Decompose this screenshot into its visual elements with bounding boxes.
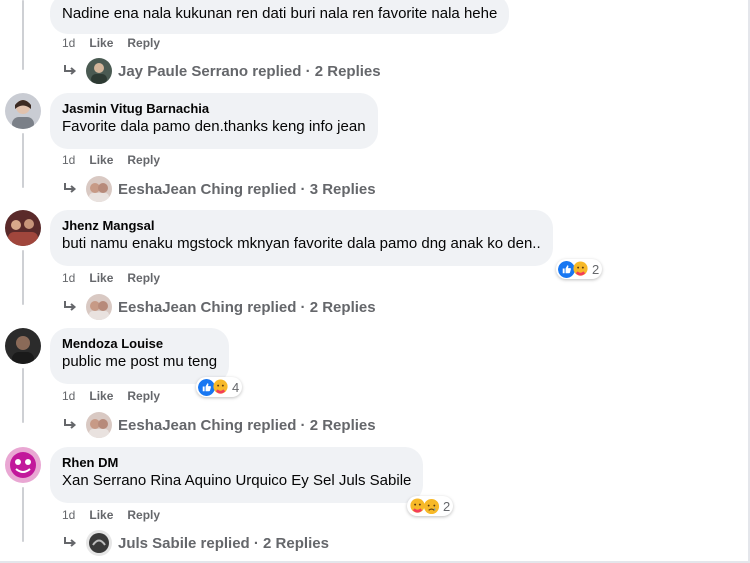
comment-actions: 1d Like Reply xyxy=(62,388,160,404)
comment-text: Xan Serrano Rina Aquino Urquico Ey Sel J… xyxy=(62,472,412,489)
care-icon xyxy=(573,260,588,276)
comment-actions: 1d Like Reply xyxy=(62,152,160,168)
comment-bubble: Nadine ena nala kukunan ren dati buri na… xyxy=(50,0,510,34)
reply-arrow-icon xyxy=(64,65,77,75)
reply-button[interactable]: Reply xyxy=(127,388,160,404)
reaction-summary[interactable]: 2 xyxy=(556,259,603,279)
view-replies-link[interactable]: Jay Paule Serrano replied · 2 Replies xyxy=(62,58,381,84)
comment-actions: 1d Like Reply xyxy=(62,35,160,51)
comment-actions: 1d Like Reply xyxy=(62,507,160,523)
replier-avatar xyxy=(86,294,112,320)
view-replies-link[interactable]: EeshaJean Ching replied · 2 Replies xyxy=(62,294,376,320)
replies-text: EeshaJean Ching replied · 2 Replies xyxy=(118,416,376,434)
comment-bubble: Mendoza Louise public me post mu teng xyxy=(50,328,230,384)
reaction-summary[interactable]: 4 xyxy=(196,377,243,397)
view-replies-link[interactable]: Juls Sabile replied · 2 Replies xyxy=(62,530,329,556)
like-button[interactable]: Like xyxy=(89,35,113,51)
reply-arrow-icon xyxy=(64,419,77,429)
view-replies-link[interactable]: EeshaJean Ching replied · 2 Replies xyxy=(62,412,376,438)
comment-author[interactable]: Rhen DM xyxy=(62,455,411,471)
comment-time[interactable]: 1d xyxy=(62,35,75,51)
reaction-count: 4 xyxy=(232,379,240,395)
thread-line xyxy=(22,368,24,423)
like-button[interactable]: Like xyxy=(89,388,113,404)
comment-text: Favorite dala pamo den.thanks keng info … xyxy=(62,118,366,135)
replies-text: Jay Paule Serrano replied · 2 Replies xyxy=(118,62,381,80)
comment-bubble: Jasmin Vitug Barnachia Favorite dala pam… xyxy=(50,93,378,149)
replies-text: EeshaJean Ching replied · 2 Replies xyxy=(118,298,376,316)
reply-arrow-icon xyxy=(64,537,77,547)
reaction-count: 2 xyxy=(443,498,451,514)
like-button[interactable]: Like xyxy=(89,270,113,286)
care-icon xyxy=(213,378,228,394)
thread-line xyxy=(22,250,24,305)
avatar[interactable] xyxy=(5,328,41,364)
avatar[interactable] xyxy=(5,93,41,129)
comment-time[interactable]: 1d xyxy=(62,270,75,286)
comment-time[interactable]: 1d xyxy=(62,388,75,404)
replier-avatar xyxy=(86,176,112,202)
thread-line xyxy=(22,487,24,542)
comment-text: buti namu enaku mgstock mknyan favorite … xyxy=(62,235,541,252)
view-replies-link[interactable]: EeshaJean Ching replied · 3 Replies xyxy=(62,176,376,202)
comment-text: Nadine ena nala kukunan ren dati buri na… xyxy=(62,5,498,22)
comment-bubble: Rhen DM Xan Serrano Rina Aquino Urquico … xyxy=(50,447,424,503)
avatar[interactable] xyxy=(5,447,41,483)
like-button[interactable]: Like xyxy=(89,507,113,523)
comment-author[interactable]: Jhenz Mangsal xyxy=(62,218,541,234)
replies-text: EeshaJean Ching replied · 3 Replies xyxy=(118,180,376,198)
thread-line xyxy=(22,133,24,188)
sad-icon xyxy=(423,498,440,514)
comment-bubble: Jhenz Mangsal buti namu enaku mgstock mk… xyxy=(50,210,553,266)
comment-time[interactable]: 1d xyxy=(62,152,75,168)
reply-button[interactable]: Reply xyxy=(127,270,160,286)
reply-arrow-icon xyxy=(64,301,77,311)
replier-avatar xyxy=(86,530,112,556)
reply-arrow-icon xyxy=(64,183,77,193)
reaction-count: 2 xyxy=(592,261,600,277)
comment-actions: 1d Like Reply xyxy=(62,270,160,286)
reaction-summary[interactable]: 2 xyxy=(407,496,454,516)
comment-author[interactable]: Mendoza Louise xyxy=(62,336,217,352)
comment-text: public me post mu teng xyxy=(62,353,218,370)
comment-author[interactable]: Jasmin Vitug Barnachia xyxy=(62,101,366,117)
avatar[interactable] xyxy=(5,210,41,246)
reply-button[interactable]: Reply xyxy=(127,35,160,51)
thread-line xyxy=(22,0,24,70)
reply-button[interactable]: Reply xyxy=(127,152,160,168)
replier-avatar xyxy=(86,412,112,438)
replier-avatar xyxy=(86,58,112,84)
comment-time[interactable]: 1d xyxy=(62,507,75,523)
like-button[interactable]: Like xyxy=(89,152,113,168)
reply-button[interactable]: Reply xyxy=(127,507,160,523)
replies-text: Juls Sabile replied · 2 Replies xyxy=(118,534,329,552)
